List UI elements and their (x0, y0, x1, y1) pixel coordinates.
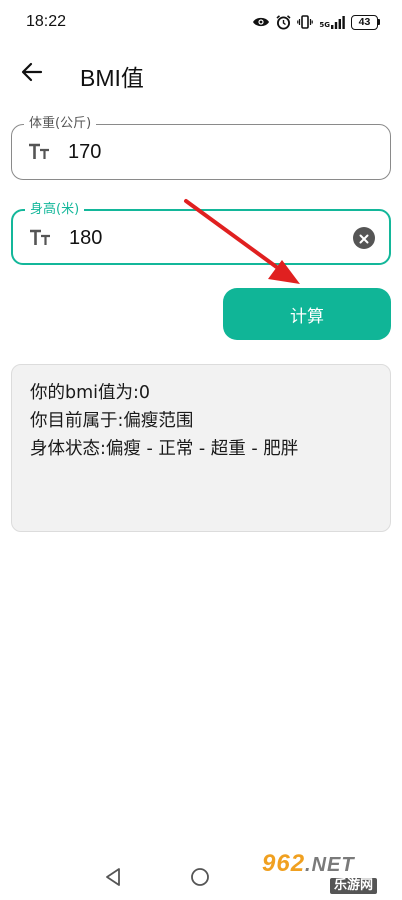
height-input[interactable] (69, 223, 349, 253)
height-field[interactable]: 身高(米) (11, 201, 391, 265)
height-field-label: 身高(米) (25, 201, 85, 219)
signal-icon: 5G (319, 15, 345, 29)
calculate-button[interactable]: 计算 (223, 288, 391, 340)
watermark-logo: 962.NET 乐游网 (262, 850, 400, 898)
back-button[interactable] (18, 60, 46, 88)
battery-icon: 43 (351, 14, 380, 30)
status-icons: 5G 43 (252, 14, 380, 30)
result-card: 你的bmi值为:0 你目前属于:偏瘦范围 身体状态:偏瘦 - 正常 - 超重 -… (11, 364, 391, 532)
battery-level: 43 (351, 14, 378, 30)
network-type-label: 5G (319, 20, 330, 29)
weight-field-label: 体重(公斤) (24, 115, 97, 133)
weight-field[interactable]: 体重(公斤) (11, 115, 391, 180)
clear-button[interactable] (353, 227, 375, 249)
body-status-text: 身体状态:偏瘦 - 正常 - 超重 - 肥胖 (30, 439, 299, 459)
watermark-main: 962.NET (262, 850, 355, 877)
bmi-value-text: 你的bmi值为:0 (30, 383, 151, 403)
watermark-sub: 乐游网 (330, 878, 378, 894)
alarm-icon (276, 14, 291, 30)
nav-home-icon[interactable] (190, 867, 210, 891)
arrow-left-icon (21, 62, 43, 86)
page-title: BMI值 (80, 65, 144, 91)
app-bar: BMI值 (0, 44, 402, 104)
bmi-range-text: 你目前属于:偏瘦范围 (30, 411, 194, 431)
text-size-icon (28, 226, 52, 250)
eye-icon (252, 16, 270, 28)
vibrate-icon (297, 15, 314, 29)
clear-circle-icon (359, 229, 369, 248)
weight-input[interactable] (68, 137, 348, 167)
status-time: 18:22 (26, 13, 67, 30)
status-bar: 18:22 5G 43 (0, 0, 402, 44)
nav-back-icon[interactable] (104, 867, 122, 891)
text-size-icon (27, 140, 51, 164)
